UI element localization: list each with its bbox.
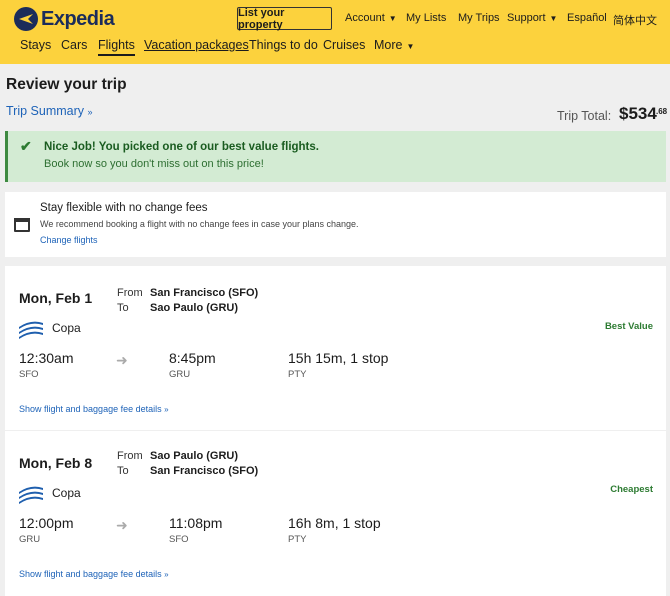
stop-code: PTY [288, 369, 307, 380]
best-value-alert: ✔ Nice Job! You picked one of our best v… [5, 131, 666, 182]
destination-airport: Sao Paulo (GRU) [150, 302, 239, 314]
flight-duration: 15h 15m, 1 stop [288, 350, 389, 366]
page-title: Review your trip [6, 76, 127, 93]
nav-vacation-packages[interactable]: Vacation packages [144, 38, 249, 52]
copa-airline-logo-icon [19, 482, 43, 506]
flight-date: Mon, Feb 1 [19, 290, 93, 306]
support-menu[interactable]: Support ▼ [507, 12, 557, 24]
my-lists-link[interactable]: My Lists [406, 12, 446, 24]
site-header: Expedia List your property Account ▼ My L… [0, 0, 670, 64]
to-label: To [117, 302, 129, 314]
brand-name: Expedia [41, 7, 115, 30]
account-menu[interactable]: Account ▼ [345, 12, 397, 24]
chevron-down-icon: ▼ [388, 14, 397, 23]
double-chevron-down-icon: » [164, 570, 169, 579]
flight-card: Mon, Feb 8 From To Sao Paulo (GRU) San F… [5, 431, 666, 596]
from-label: From [117, 287, 143, 299]
support-label: Support [507, 12, 546, 24]
arrow-right-icon: ➜ [116, 517, 128, 533]
origin-airport: Sao Paulo (GRU) [150, 450, 239, 462]
airline-name: Copa [52, 321, 81, 335]
trip-summary-label: Trip Summary [6, 104, 85, 118]
trip-total-amount: $534 [619, 104, 657, 123]
list-your-property-button[interactable]: List your property [237, 7, 332, 31]
flight-date: Mon, Feb 8 [19, 455, 93, 471]
calendar-icon [14, 218, 30, 232]
plane-logo-icon [14, 7, 38, 31]
change-flights-link[interactable]: Change flights [40, 235, 98, 245]
airline-name: Copa [52, 486, 81, 500]
nav-cars[interactable]: Cars [61, 38, 87, 52]
chevron-down-icon: ▼ [406, 42, 415, 51]
flight-details-link[interactable]: Show flight and baggage fee details » [19, 404, 169, 414]
stop-code: PTY [288, 534, 307, 545]
flex-subtitle: We recommend booking a flight with no ch… [40, 219, 359, 229]
details-label: Show flight and baggage fee details [19, 404, 162, 414]
copa-airline-logo-icon [19, 317, 43, 341]
departure-code: GRU [19, 534, 41, 545]
departure-time: 12:30am [19, 350, 74, 366]
departure-time: 12:00pm [19, 515, 74, 531]
alert-subtitle: Book now so you don't miss out on this p… [44, 158, 264, 170]
double-chevron-down-icon: » [164, 405, 169, 414]
flight-card: Mon, Feb 1 From To San Francisco (SFO) S… [5, 266, 666, 430]
more-label: More [374, 38, 403, 52]
arrival-time: 11:08pm [169, 515, 223, 531]
trip-total-cents: .68 [656, 107, 668, 116]
trip-summary-toggle[interactable]: Trip Summary » [6, 104, 93, 118]
arrival-time: 8:45pm [169, 350, 216, 366]
origin-airport: San Francisco (SFO) [150, 287, 259, 299]
nav-things-to-do[interactable]: Things to do [249, 38, 318, 52]
arrival-code: SFO [169, 534, 189, 545]
chinese-link[interactable]: 简体中文 [613, 12, 657, 28]
alert-title: Nice Job! You picked one of our best val… [44, 141, 319, 153]
espanol-link[interactable]: Español [567, 12, 607, 24]
arrow-right-icon: ➜ [116, 352, 128, 368]
best-value-badge: Best Value [604, 321, 653, 332]
double-chevron-down-icon: » [87, 107, 93, 117]
nav-more[interactable]: More ▼ [374, 38, 414, 52]
cheapest-badge: Cheapest [610, 484, 653, 495]
flex-title: Stay flexible with no change fees [40, 202, 208, 214]
destination-airport: San Francisco (SFO) [150, 465, 259, 477]
arrival-code: GRU [169, 369, 191, 380]
nav-cruises[interactable]: Cruises [323, 38, 365, 52]
from-label: From [117, 450, 143, 462]
chevron-down-icon: ▼ [549, 14, 558, 23]
flight-duration: 16h 8m, 1 stop [288, 515, 381, 531]
to-label: To [117, 465, 129, 477]
checkmark-icon: ✔ [20, 138, 32, 154]
details-label: Show flight and baggage fee details [19, 569, 162, 579]
no-change-fees-panel: Stay flexible with no change fees We rec… [5, 192, 666, 257]
nav-flights[interactable]: Flights [98, 38, 135, 56]
departure-code: SFO [19, 369, 39, 380]
flight-details-link[interactable]: Show flight and baggage fee details » [19, 569, 169, 579]
account-label: Account [345, 12, 385, 24]
nav-stays[interactable]: Stays [20, 38, 51, 52]
my-trips-link[interactable]: My Trips [458, 12, 500, 24]
expedia-logo[interactable]: Expedia [14, 7, 115, 31]
trip-total-label: Trip Total: [557, 109, 612, 123]
